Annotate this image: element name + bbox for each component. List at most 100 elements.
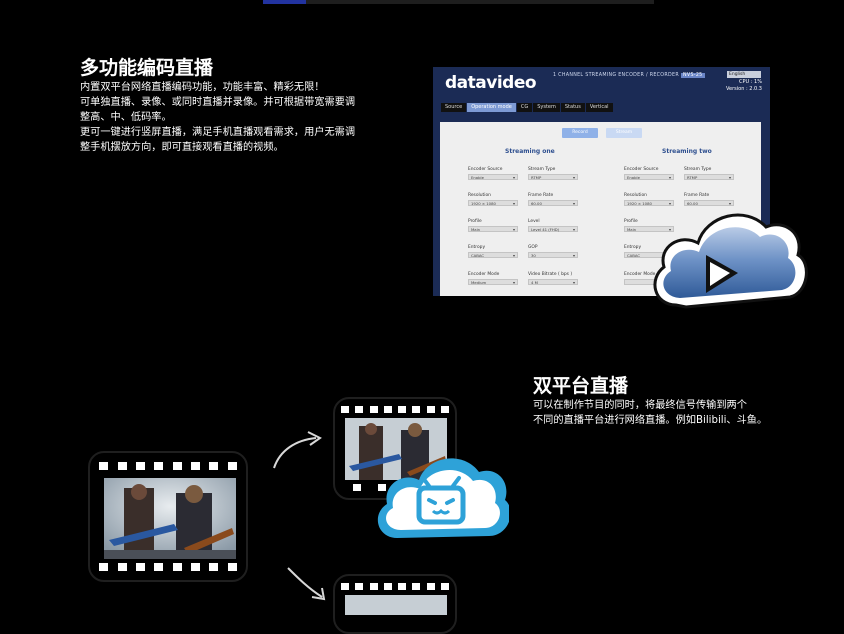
section1-description: 内置双平台网络直播编码功能，功能丰富、精彩无限！ 可单独直播、录像、或同时直播并… xyxy=(80,80,355,155)
film-hole xyxy=(398,406,407,413)
section1-line: 可单独直播、录像、或同时直播并录像。并可根据带宽需要调 xyxy=(80,97,356,108)
field-select[interactable]: Medium xyxy=(468,279,518,286)
section2-description: 可以在制作节目的同时，将最终信号传输到两个 不同的直播平台进行网络直播。例如Bi… xyxy=(533,398,767,428)
film-holes-bottom xyxy=(90,563,246,571)
film-hole xyxy=(117,462,127,470)
tab-source[interactable]: Source xyxy=(441,103,467,112)
s1-resolution[interactable]: Resolution 1920 × 1080 xyxy=(468,193,518,207)
encoder-tabs: Source Operation mode CG System Status V… xyxy=(441,103,613,112)
film-hole xyxy=(440,406,449,413)
field-label: GOP xyxy=(528,245,538,250)
film-hole xyxy=(398,583,407,590)
film-hole xyxy=(190,462,200,470)
s1-encoder-source[interactable]: Encoder Source Enable xyxy=(468,167,518,181)
film-holes-top xyxy=(90,462,246,470)
film-hole xyxy=(341,583,350,590)
band-photo xyxy=(345,595,447,615)
film-hole xyxy=(190,563,200,571)
film-holes-top xyxy=(335,583,455,590)
field-label: Stream Type xyxy=(528,167,556,172)
tab-vertical[interactable]: Vertical xyxy=(585,103,613,112)
film-hole xyxy=(154,563,164,571)
film-hole xyxy=(227,563,237,571)
field-label: Resolution xyxy=(468,193,491,198)
field-select[interactable]: Main xyxy=(468,226,518,233)
tab-operation-mode[interactable]: Operation mode xyxy=(467,103,516,112)
model-badge: NVS-25 xyxy=(680,73,705,78)
field-select[interactable]: Enable xyxy=(624,174,674,181)
field-label: Entropy xyxy=(468,245,486,250)
field-select[interactable]: 1920 × 1080 xyxy=(468,200,518,207)
cpu-status: CPU : 1% Version : 2.0.3 xyxy=(726,79,762,93)
film-holes-top xyxy=(335,406,455,413)
section1-title: 多功能编码直播 xyxy=(80,57,214,79)
device-subtitle-text: 1 CHANNEL STREAMING ENCODER / RECORDER xyxy=(553,73,679,78)
field-select[interactable]: CABAC xyxy=(468,252,518,259)
film-hole xyxy=(383,406,392,413)
film-hole xyxy=(369,406,378,413)
field-label: Encoder Source xyxy=(624,167,659,172)
s1-encoder-mode[interactable]: Encoder Mode Medium xyxy=(468,272,518,286)
top-progress-fill xyxy=(263,0,306,4)
film-hole xyxy=(412,583,421,590)
section1-line: 整高、中、低码率。 xyxy=(80,112,172,123)
film-hole xyxy=(172,462,182,470)
field-label: Encoder Mode xyxy=(468,272,500,277)
section2-title: 双平台直播 xyxy=(533,375,629,397)
field-select[interactable]: RTMP xyxy=(528,174,578,181)
s1-profile[interactable]: Profile Main xyxy=(468,219,518,233)
field-select[interactable]: 60.00 xyxy=(528,200,578,207)
record-button[interactable]: Record xyxy=(562,128,598,138)
film-hole xyxy=(99,563,109,571)
film-hole xyxy=(135,462,145,470)
curved-arrow-icon xyxy=(273,431,322,469)
field-select[interactable]: 30 xyxy=(528,252,578,259)
datavideo-logo: datavideo xyxy=(445,73,537,93)
tab-cg[interactable]: CG xyxy=(516,103,533,112)
s2-stream-type[interactable]: Stream Type RTMP xyxy=(684,167,734,181)
tab-system[interactable]: System xyxy=(533,103,560,112)
film-hole xyxy=(117,563,127,571)
bilibili-tv-cloud-icon xyxy=(371,448,511,542)
s1-entropy[interactable]: Entropy CABAC xyxy=(468,245,518,259)
stream-button[interactable]: Stream xyxy=(606,128,642,138)
field-label: Encoder Source xyxy=(468,167,503,172)
s1-level[interactable]: Level Level 41 (FHD) xyxy=(528,219,578,233)
streaming-two-title: Streaming two xyxy=(662,148,712,155)
film-frame-platform-two xyxy=(333,574,457,634)
s2-encoder-source[interactable]: Encoder Source Enable xyxy=(624,167,674,181)
s1-video-bitrate[interactable]: Video Bitrate ( bps ) 4 M xyxy=(528,272,578,286)
film-hole xyxy=(426,583,435,590)
film-frame-source xyxy=(88,451,248,582)
section1-line: 更可一键进行竖屏直播，满足手机直播观看需求，用户无需调 xyxy=(80,127,356,138)
field-label: Video Bitrate ( bps ) xyxy=(528,272,573,277)
language-select[interactable]: English xyxy=(727,71,761,78)
field-select[interactable]: Enable xyxy=(468,174,518,181)
field-label: Level xyxy=(528,219,540,224)
band-photo xyxy=(104,478,236,559)
tab-status[interactable]: Status xyxy=(560,103,585,112)
film-hole xyxy=(412,406,421,413)
field-select[interactable]: 4 M xyxy=(528,279,578,286)
s1-gop[interactable]: GOP 30 xyxy=(528,245,578,259)
top-progress-bar xyxy=(263,0,654,4)
field-label: Frame Rate xyxy=(528,193,554,198)
film-hole xyxy=(209,462,219,470)
section2-line: 可以在制作节目的同时，将最终信号传输到两个 xyxy=(533,400,747,411)
device-subtitle: 1 CHANNEL STREAMING ENCODER / RECORDER NV… xyxy=(553,73,705,78)
firmware-version: Version : 2.0.3 xyxy=(726,86,762,92)
section2-line: 不同的直播平台进行网络直播。例如Bilibili、斗鱼。 xyxy=(533,415,768,426)
s1-frame-rate[interactable]: Frame Rate 60.00 xyxy=(528,193,578,207)
film-hole xyxy=(172,563,182,571)
section1-line: 内置双平台网络直播编码功能，功能丰富、精彩无限！ xyxy=(80,82,325,93)
s1-stream-type[interactable]: Stream Type RTMP xyxy=(528,167,578,181)
field-select[interactable]: Level 41 (FHD) xyxy=(528,226,578,233)
film-hole xyxy=(135,563,145,571)
cpu-usage: CPU : 1% xyxy=(739,79,762,85)
film-hole xyxy=(383,583,392,590)
film-hole xyxy=(209,563,219,571)
field-select[interactable]: RTMP xyxy=(684,174,734,181)
curved-arrow-icon xyxy=(287,567,326,601)
film-hole xyxy=(99,462,109,470)
film-hole xyxy=(369,583,378,590)
